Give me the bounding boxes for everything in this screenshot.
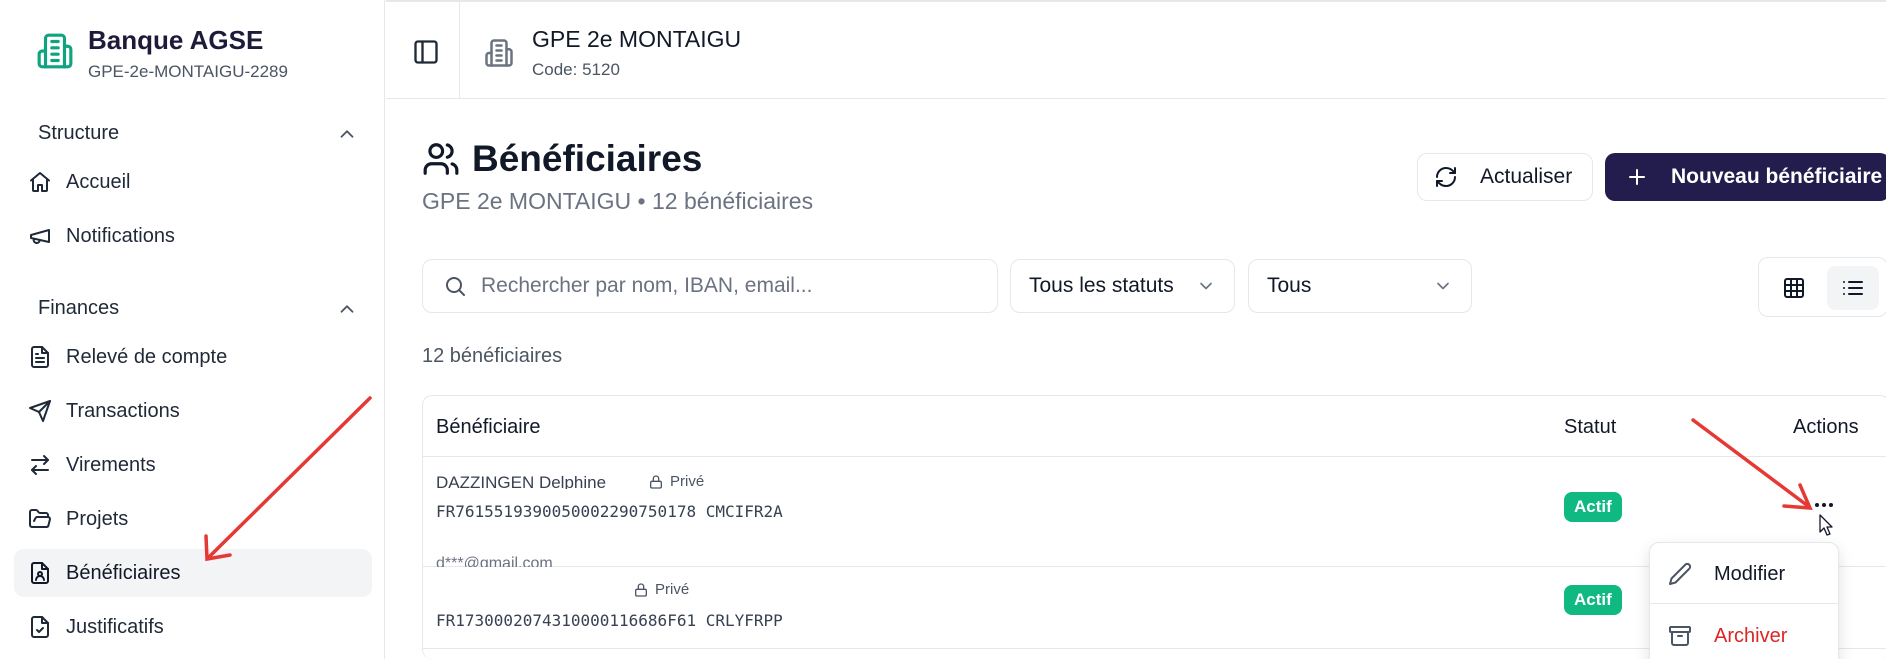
search-input[interactable]: [481, 274, 981, 298]
megaphone-icon: [30, 229, 50, 244]
page-title: Bénéficiaires: [472, 138, 703, 179]
building-icon: [485, 39, 513, 67]
refresh-icon: [1436, 167, 1456, 187]
sidebar-item-beneficiaires[interactable]: Bénéficiaires: [14, 549, 372, 597]
sidebar-item-label: Projets: [66, 507, 129, 530]
bank-building-icon: [37, 33, 73, 69]
sidebar-item-label: Virements: [66, 453, 156, 476]
topbar: GPE 2e MONTAIGU Code: 5120: [386, 0, 1886, 99]
section-structure[interactable]: Structure: [38, 122, 358, 145]
refresh-button[interactable]: Actualiser: [1417, 153, 1593, 201]
search-icon: [446, 277, 465, 296]
mouse-cursor-icon: [1819, 514, 1833, 536]
menu-item-label: Modifier: [1714, 562, 1786, 585]
chevron-up-icon: [340, 304, 354, 313]
list-icon: [1843, 281, 1863, 295]
sidebar-item-label: Relevé de compte: [66, 345, 228, 368]
receipt-icon: [31, 616, 49, 638]
topbar-divider: [459, 2, 460, 99]
menu-divider: [1650, 603, 1838, 604]
menu-item-label: Archiver: [1714, 624, 1788, 647]
sidebar-toggle-icon[interactable]: [412, 38, 440, 66]
arrows-exchange-icon: [31, 455, 49, 475]
sidebar-item-label: Justificatifs: [66, 615, 164, 638]
page-subtitle: GPE 2e MONTAIGU • 12 bénéficiaires: [422, 188, 814, 214]
status-badge: Actif: [1564, 492, 1622, 522]
refresh-label: Actualiser: [1480, 165, 1573, 188]
type-filter-value: Tous: [1267, 274, 1312, 297]
column-header-statut: Statut: [1564, 416, 1617, 438]
section-title: Structure: [38, 122, 120, 144]
search-box[interactable]: [422, 259, 998, 313]
contact-file-icon: [31, 562, 49, 584]
view-toggle: [1758, 257, 1886, 317]
app-root: Banque AGSE GPE-2e-MONTAIGU-2289 Structu…: [0, 0, 1886, 659]
sidebar-item-label: Transactions: [66, 399, 180, 422]
privacy-label: Privé: [633, 581, 689, 598]
section-title: Finances: [38, 297, 120, 319]
row-name-clip: DAZZINGEN Delphine: [423, 457, 1123, 489]
pencil-icon: [1669, 562, 1692, 585]
lock-icon: [635, 582, 647, 597]
chevron-up-icon: [340, 129, 354, 138]
menu-item-modifier[interactable]: Modifier: [1650, 549, 1838, 599]
new-beneficiary-button[interactable]: Nouveau bénéficiaire: [1605, 153, 1886, 201]
status-badge: Actif: [1564, 585, 1622, 615]
list-view-button[interactable]: [1827, 266, 1879, 310]
beneficiary-email: d***@gmail.com: [436, 555, 553, 567]
results-count: 12 bénéficiaires: [422, 345, 563, 367]
row-actions-menu: Modifier Archiver: [1649, 542, 1839, 659]
brand[interactable]: Banque AGSE GPE-2e-MONTAIGU-2289: [36, 24, 288, 82]
sidebar-item-projets[interactable]: Projets: [14, 495, 372, 543]
page-header: Bénéficiaires: [422, 138, 702, 180]
sidebar-item-label: Accueil: [66, 170, 131, 193]
sidebar-item-label: Notifications: [66, 224, 175, 247]
column-header-actions: Actions: [1793, 416, 1859, 438]
users-icon: [423, 143, 459, 175]
beneficiary-iban: FR7615519390050002290750178 CMCIFR2A: [436, 502, 783, 521]
brand-name: Banque AGSE: [88, 25, 264, 55]
chevron-down-icon: [1437, 282, 1449, 290]
status-filter-value: Tous les statuts: [1029, 274, 1174, 297]
sidebar-item-notifications[interactable]: Notifications: [14, 212, 372, 260]
privacy-text: Privé: [655, 581, 690, 598]
sidebar-item-releve[interactable]: Relevé de compte: [14, 333, 372, 381]
grid-view-button[interactable]: [1768, 266, 1820, 310]
brand-code: GPE-2e-MONTAIGU-2289: [88, 62, 288, 81]
org-name: GPE 2e MONTAIGU: [532, 26, 742, 52]
column-header-beneficiaire: Bénéficiaire: [436, 416, 541, 438]
sidebar-item-accueil[interactable]: Accueil: [14, 158, 372, 206]
menu-item-archiver[interactable]: Archiver: [1650, 611, 1838, 659]
send-icon: [29, 400, 51, 422]
lock-icon: [650, 474, 662, 489]
beneficiary-name: DAZZINGEN Delphine: [436, 473, 607, 489]
privacy-text: Privé: [670, 473, 705, 490]
archive-icon: [1669, 626, 1691, 646]
plus-icon: [1629, 169, 1645, 185]
sidebar-item-virements[interactable]: Virements: [14, 441, 372, 489]
document-icon: [31, 346, 49, 368]
privacy-label: Privé: [648, 473, 704, 490]
folder-icon: [29, 509, 51, 528]
section-finances[interactable]: Finances: [38, 297, 358, 320]
sidebar: Banque AGSE GPE-2e-MONTAIGU-2289 Structu…: [0, 0, 385, 659]
home-icon: [30, 172, 50, 192]
sidebar-item-transactions[interactable]: Transactions: [14, 387, 372, 435]
status-filter-select[interactable]: Tous les statuts: [1010, 259, 1235, 313]
beneficiary-iban: FR1730002074310000116686F61 CRLYFRPP: [436, 611, 783, 630]
sidebar-item-label: Bénéficiaires: [66, 561, 181, 584]
new-beneficiary-label: Nouveau bénéficiaire: [1671, 165, 1883, 188]
grid-icon: [1784, 278, 1804, 298]
type-filter-select[interactable]: Tous: [1248, 259, 1472, 313]
org-code: Code: 5120: [532, 60, 620, 79]
chevron-down-icon: [1200, 282, 1212, 290]
row-email-clip: d***@gmail.com: [423, 549, 1123, 567]
sidebar-item-justificatifs[interactable]: Justificatifs: [14, 603, 372, 651]
